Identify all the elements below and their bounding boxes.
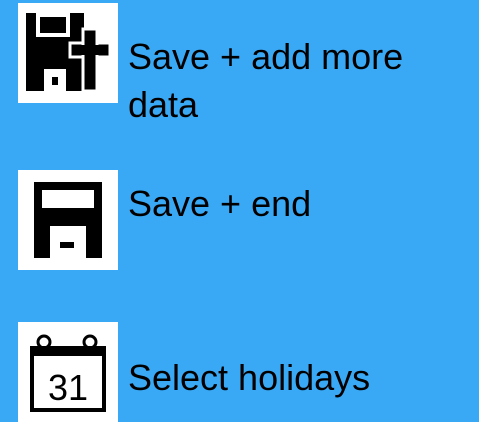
save-end-label: Save + end (128, 183, 312, 224)
save-icon (18, 170, 118, 270)
calendar-icon: 31 (18, 322, 118, 422)
save-end-button[interactable]: Save + end (18, 170, 311, 270)
select-holidays-button[interactable]: 31 Select holidays (18, 322, 370, 422)
select-holidays-label: Select holidays (128, 357, 371, 398)
save-add-more-button[interactable]: Save + add more data (18, 3, 458, 129)
save-add-icon (18, 3, 118, 103)
calendar-day-number: 31 (48, 367, 88, 408)
save-add-more-label: Save + add more data (128, 36, 404, 125)
